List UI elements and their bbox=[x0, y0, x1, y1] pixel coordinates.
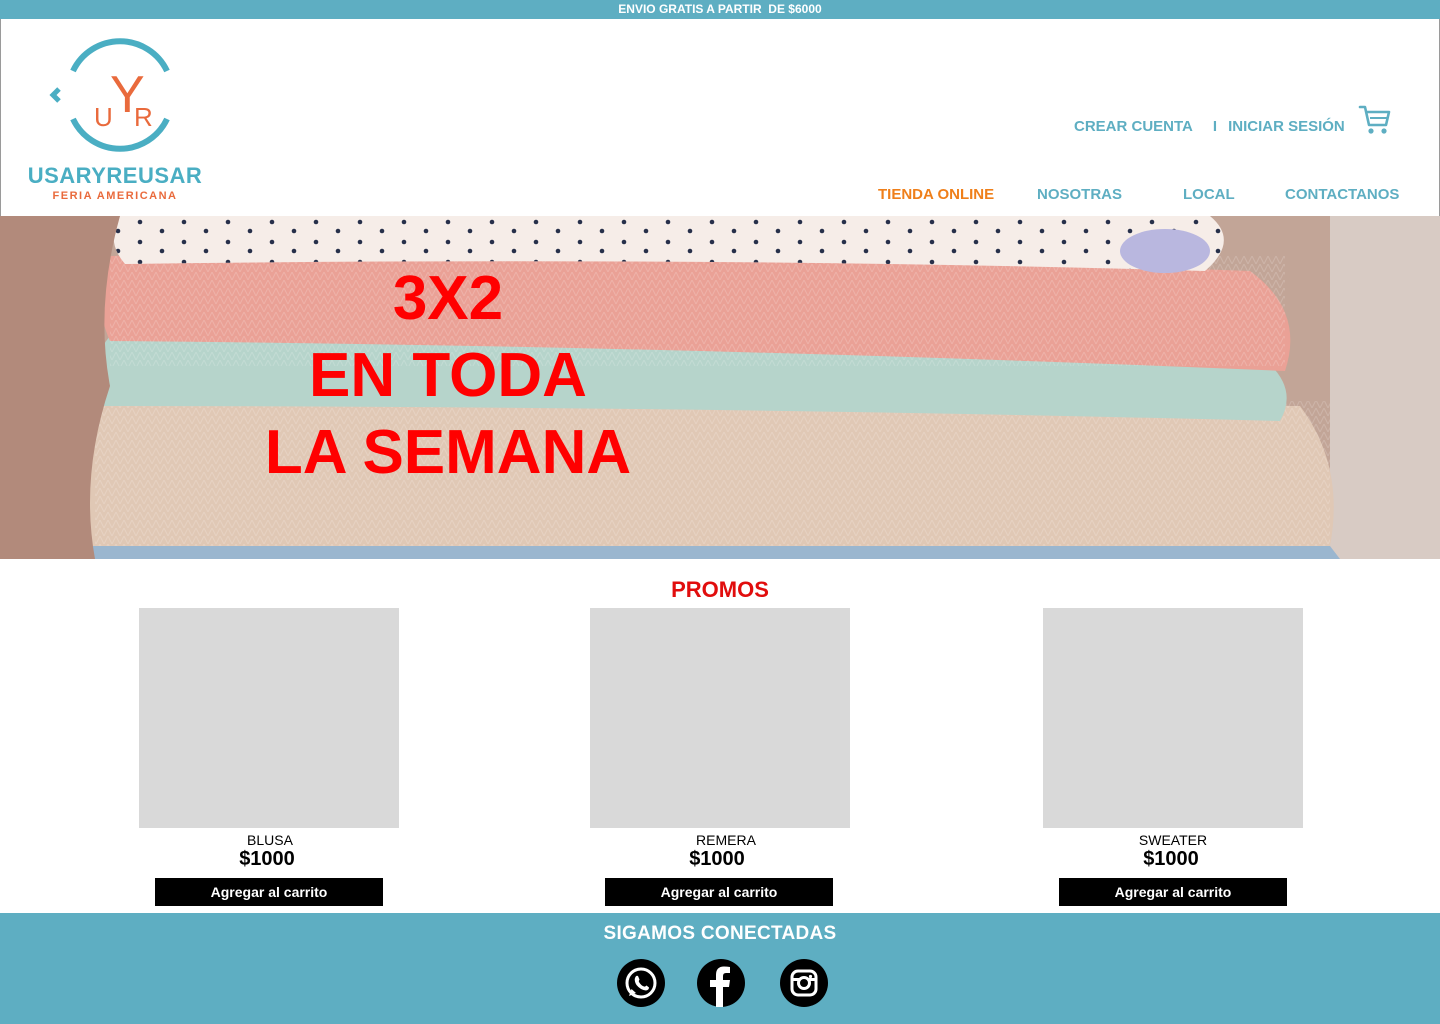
add-to-cart-button[interactable]: Agregar al carrito bbox=[1059, 878, 1287, 906]
product-image[interactable] bbox=[139, 608, 399, 828]
hero-line-2: EN TODA bbox=[309, 341, 587, 410]
nav-item-contactanos[interactable]: CONTACTANOS bbox=[1285, 186, 1399, 203]
instagram-link[interactable] bbox=[780, 959, 828, 1007]
footer-title: SIGAMOS CONECTADAS bbox=[603, 923, 837, 944]
nav-item-nosotras[interactable]: NOSOTRAS bbox=[1037, 186, 1122, 203]
facebook-link[interactable] bbox=[697, 959, 745, 1007]
svg-text:R: R bbox=[134, 102, 153, 132]
nav-item-tienda-online[interactable]: TIENDA ONLINE bbox=[878, 186, 994, 203]
cart-button[interactable] bbox=[1358, 103, 1392, 137]
add-to-cart-button[interactable]: Agregar al carrito bbox=[155, 878, 383, 906]
whatsapp-icon bbox=[625, 967, 657, 999]
create-account-link[interactable]: CREAR CUENTA bbox=[1074, 118, 1193, 135]
promos-title: PROMOS bbox=[671, 577, 769, 602]
whatsapp-link[interactable] bbox=[617, 959, 665, 1007]
facebook-icon bbox=[710, 966, 730, 1007]
product-name: SWEATER bbox=[1138, 832, 1208, 848]
product-image[interactable] bbox=[1043, 608, 1303, 828]
brand-logo[interactable]: U Y R USARYREUSAR FERIA AMERICANA bbox=[25, 35, 205, 205]
product-card-sweater: SWEATER $1000 Agregar al carrito bbox=[1043, 608, 1303, 906]
account-links: CREAR CUENTA I INICIAR SESIÓN bbox=[1074, 118, 1345, 135]
hero-line-3: LA SEMANA bbox=[264, 418, 632, 487]
site-footer: SIGAMOS CONECTADAS bbox=[0, 913, 1440, 1024]
product-card-blusa: BLUSA $1000 Agregar al carrito bbox=[139, 608, 399, 906]
product-price: $1000 bbox=[1143, 848, 1199, 870]
free-shipping-banner: ENVIO GRATIS A PARTIR DE $6000 bbox=[0, 0, 1440, 19]
hero-banner: 3X2 EN TODA LA SEMANA bbox=[0, 216, 1440, 559]
main-nav: TIENDA ONLINE NOSOTRAS LOCAL CONTACTANOS bbox=[1, 186, 1440, 206]
product-name: REMERA bbox=[696, 832, 756, 848]
nav-item-local[interactable]: LOCAL bbox=[1183, 186, 1235, 203]
add-to-cart-button[interactable]: Agregar al carrito bbox=[605, 878, 833, 906]
account-separator: I bbox=[1212, 118, 1218, 135]
login-link[interactable]: INICIAR SESIÓN bbox=[1228, 118, 1345, 135]
product-image[interactable] bbox=[590, 608, 850, 828]
hero-line-1: 3X2 bbox=[392, 264, 504, 333]
site-header: U Y R USARYREUSAR FERIA AMERICANA CREAR … bbox=[0, 19, 1440, 216]
product-card-remera: REMERA $1000 Agregar al carrito bbox=[590, 608, 850, 906]
instagram-icon bbox=[790, 969, 818, 997]
product-price: $1000 bbox=[689, 848, 745, 870]
hero-headline: 3X2 EN TODA LA SEMANA bbox=[238, 260, 658, 491]
product-name: BLUSA bbox=[247, 832, 293, 848]
cart-icon bbox=[1358, 105, 1391, 134]
folded-clothes-illustration bbox=[0, 216, 1440, 559]
logo-monogram-icon: U Y R bbox=[49, 38, 170, 152]
product-price: $1000 bbox=[239, 848, 295, 870]
